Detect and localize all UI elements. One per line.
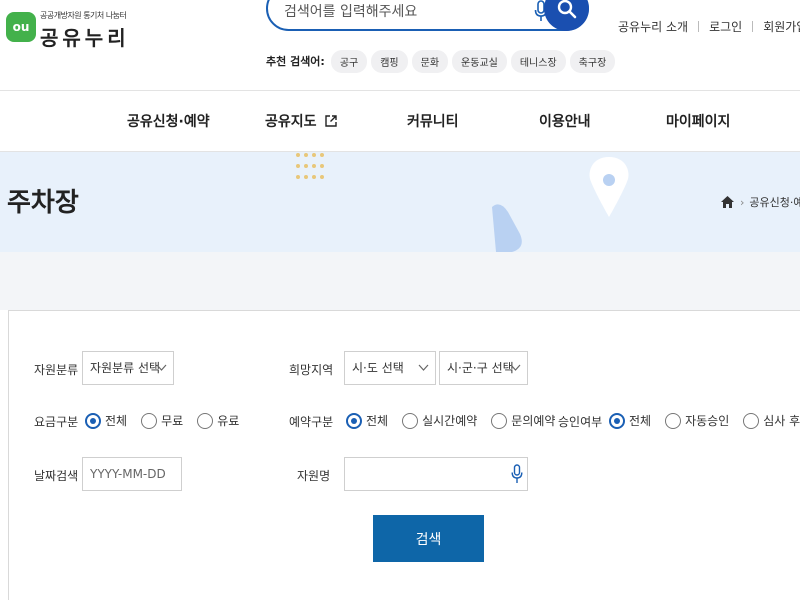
search-box — [266, 0, 589, 31]
region-label: 희망지역 — [289, 363, 334, 377]
nav-item-map[interactable]: 공유지도 — [265, 111, 338, 131]
option-label: 전체 — [105, 414, 128, 428]
fee-option-paid[interactable]: 유료 — [197, 412, 239, 429]
logo-name: 공유누리 — [40, 26, 130, 50]
radio-icon — [141, 412, 158, 429]
keyword-tag[interactable]: 축구장 — [569, 49, 616, 73]
approval-option-all[interactable]: 전체 — [609, 412, 651, 429]
signup-link[interactable]: 회원가입 — [763, 18, 800, 35]
resource-type-select[interactable]: 자원분류 선택 — [82, 351, 174, 385]
logo[interactable]: ou 공공개방자원 통기처 나눔터 공유누리 — [6, 10, 127, 52]
search-filter-panel: 자원분류 자원분류 선택 희망지역 시·도 선택 시·군·구 선택 요금구분 전… — [8, 310, 800, 600]
search-button[interactable] — [544, 0, 589, 31]
recommended-label: 추천 검색어: — [266, 55, 325, 68]
nav-item-community[interactable]: 커뮤니티 — [407, 111, 459, 131]
page: ou 공공개방자원 통기처 나눔터 공유누리 추천 검색어: 공구 캠핑 문화 — [0, 0, 800, 600]
option-label: 문의예약 — [511, 414, 556, 428]
approval-option-review[interactable]: 심사 후 승인 — [743, 412, 800, 429]
keyword-tag[interactable]: 캠핑 — [371, 49, 408, 73]
keyword-tag[interactable]: 테니스장 — [510, 49, 566, 73]
page-title: 주차장 — [7, 188, 79, 218]
reservation-label: 예약구분 — [289, 415, 334, 429]
chevron-down-icon — [156, 364, 167, 371]
option-label: 무료 — [161, 414, 184, 428]
content-background — [0, 252, 800, 310]
chevron-down-icon — [418, 364, 429, 371]
divider — [752, 21, 754, 32]
sido-value: 시·도 선택 — [352, 361, 404, 375]
reservation-radio-group: 전체 실시간예약 문의예약 — [346, 412, 569, 429]
header: ou 공공개방자원 통기처 나눔터 공유누리 추천 검색어: 공구 캠핑 문화 — [0, 0, 800, 90]
radio-icon — [743, 412, 760, 429]
fee-label: 요금구분 — [34, 415, 79, 429]
sido-select[interactable]: 시·도 선택 — [344, 351, 436, 385]
home-icon[interactable] — [721, 196, 734, 208]
search-input[interactable] — [284, 0, 514, 24]
logo-subtitle: 공공개방자원 통기처 나눔터 — [40, 11, 127, 20]
nav-item-map-label: 공유지도 — [265, 114, 317, 130]
chevron-down-icon — [510, 364, 521, 371]
nav-item-reservation[interactable]: 공유신청·예약 — [127, 111, 210, 131]
keyword-tag[interactable]: 공구 — [330, 49, 368, 73]
about-link[interactable]: 공유누리 소개 — [618, 18, 688, 35]
option-label: 심사 후 승인 — [763, 414, 800, 428]
resource-name-input[interactable] — [344, 457, 528, 491]
logo-mark-icon: ou — [6, 12, 36, 42]
microphone-icon[interactable] — [511, 464, 523, 484]
radio-checked-icon — [346, 412, 362, 429]
reservation-option-inquiry[interactable]: 문의예약 — [491, 412, 555, 429]
date-input[interactable] — [82, 457, 182, 491]
date-label: 날짜검색 — [34, 469, 79, 483]
option-label: 전체 — [629, 414, 652, 428]
resource-type-label: 자원분류 — [34, 363, 79, 377]
breadcrumb-item[interactable]: 공유신청·예약 — [749, 194, 800, 210]
fee-option-free[interactable]: 무료 — [141, 412, 183, 429]
radio-icon — [402, 412, 419, 429]
fee-option-all[interactable]: 전체 — [85, 412, 127, 429]
nav-item-guide[interactable]: 이용안내 — [539, 111, 591, 131]
fee-radio-group: 전체 무료 유료 — [85, 412, 253, 429]
chevron-right-icon: › — [740, 195, 745, 209]
reservation-option-realtime[interactable]: 실시간예약 — [402, 412, 477, 429]
banner-decoration-icon — [296, 153, 629, 252]
search-submit-button[interactable]: 검색 — [373, 515, 484, 562]
login-link[interactable]: 로그인 — [709, 18, 742, 35]
search-icon — [557, 0, 576, 18]
option-label: 전체 — [366, 414, 389, 428]
external-link-icon — [325, 115, 338, 127]
recommended-keywords: 추천 검색어: 공구 캠핑 문화 운동교실 테니스장 축구장 — [266, 49, 619, 73]
radio-checked-icon — [609, 412, 625, 429]
approval-option-auto[interactable]: 자동승인 — [665, 412, 729, 429]
breadcrumb: › 공유신청·예약 — [721, 194, 800, 210]
sigungu-value: 시·군·구 선택 — [447, 361, 514, 375]
radio-icon — [491, 412, 508, 429]
main-nav: 공유신청·예약 공유지도 커뮤니티 이용안내 마이페이지 — [0, 90, 800, 152]
keyword-tag[interactable]: 운동교실 — [452, 49, 507, 73]
page-banner: 주차장 › 공유신청·예약 — [0, 152, 800, 252]
keyword-tag[interactable]: 문화 — [411, 49, 449, 73]
resource-type-value: 자원분류 선택 — [90, 361, 161, 375]
radio-icon — [665, 412, 682, 429]
approval-label: 승인여부 — [558, 415, 603, 429]
option-label: 자동승인 — [685, 414, 730, 428]
approval-radio-group: 전체 자동승인 심사 후 승인 — [609, 412, 800, 429]
option-label: 실시간예약 — [422, 414, 478, 428]
sigungu-select[interactable]: 시·군·구 선택 — [439, 351, 528, 385]
radio-icon — [197, 412, 214, 429]
divider — [698, 21, 700, 32]
option-label: 유료 — [217, 414, 240, 428]
resource-name-label: 자원명 — [297, 469, 331, 483]
nav-item-mypage[interactable]: 마이페이지 — [666, 111, 730, 131]
radio-checked-icon — [85, 412, 101, 429]
reservation-option-all[interactable]: 전체 — [346, 412, 388, 429]
utility-nav: 공유누리 소개 로그인 회원가입 — [618, 18, 800, 35]
